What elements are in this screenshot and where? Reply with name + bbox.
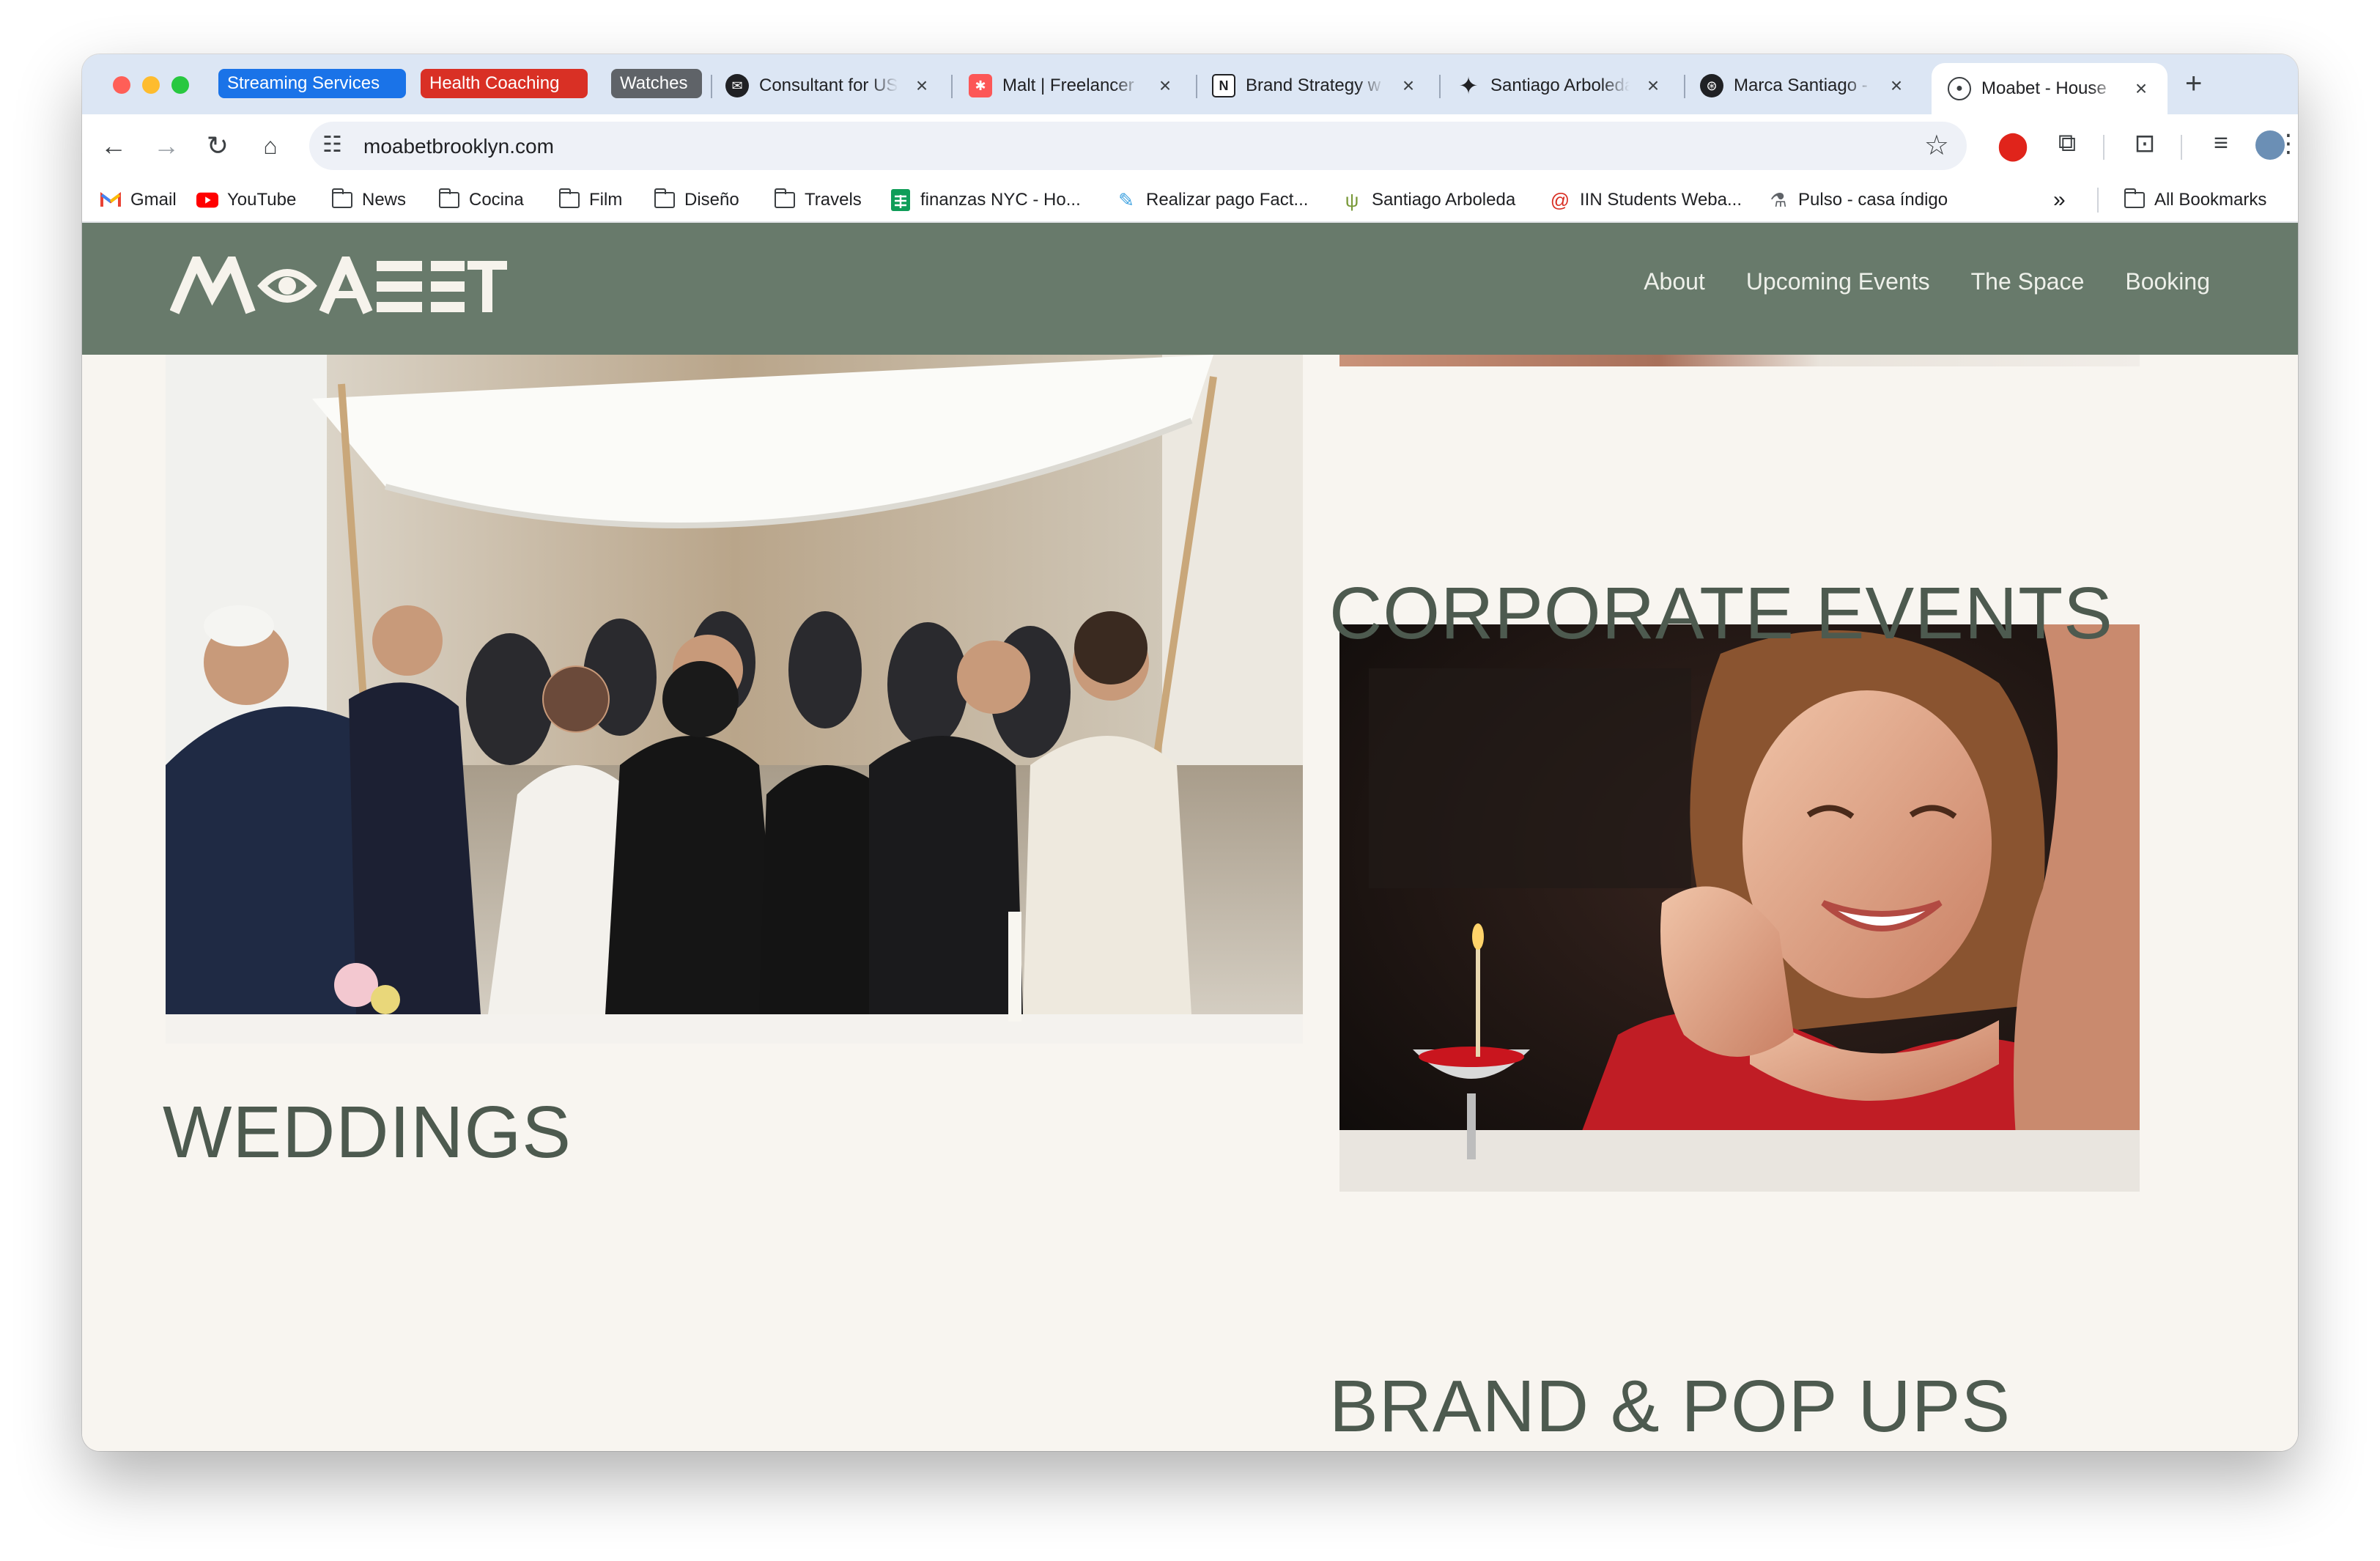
bookmark-youtube[interactable]: YouTube [196, 188, 296, 213]
folder-icon [438, 188, 460, 211]
nav-booking[interactable]: Booking [2125, 268, 2210, 295]
weddings-photo[interactable] [166, 355, 1303, 1044]
close-tab-icon[interactable]: × [1155, 74, 1175, 97]
close-tab-icon[interactable]: × [1643, 74, 1663, 97]
sheets-icon [890, 189, 912, 211]
minimize-window-button[interactable] [142, 76, 160, 94]
spiral-icon: @ [1550, 188, 1570, 211]
home-icon[interactable]: ⌂ [252, 128, 289, 164]
bookmark-iin[interactable]: @ IIN Students Weba... [1549, 188, 1742, 213]
nav-about[interactable]: About [1644, 268, 1705, 295]
window-controls [113, 76, 189, 94]
bookmark-news[interactable]: News [331, 188, 406, 213]
close-window-button[interactable] [113, 76, 130, 94]
all-bookmarks[interactable]: All Bookmarks [2124, 188, 2266, 213]
bookmarks-bar: Gmail YouTube News Cocina Film Diseño Tr… [82, 177, 2298, 223]
site-header: About Upcoming Events The Space Booking [82, 223, 2298, 355]
tab-malt[interactable]: ✱ Malt | Freelancer × [969, 63, 1175, 108]
weddings-heading[interactable]: WEDDINGS [163, 1091, 572, 1175]
tab-group-health[interactable]: Health Coaching [421, 69, 588, 98]
eye-icon: ● [1948, 77, 1971, 100]
nav-upcoming-events[interactable]: Upcoming Events [1746, 268, 1930, 295]
moabet-logo[interactable] [170, 257, 507, 315]
url-text: moabetbrooklyn.com [363, 135, 554, 158]
tab-marca-santiago[interactable]: ⊛ Marca Santiago - × [1700, 63, 1907, 108]
bookmark-cocina[interactable]: Cocina [438, 188, 524, 213]
sparkle-icon: ✦ [1458, 73, 1479, 99]
close-tab-icon[interactable]: × [2131, 77, 2151, 100]
corporate-events-photo[interactable] [1339, 624, 2140, 1192]
bookmark-santiago[interactable]: ψ Santiago Arboleda [1341, 188, 1515, 213]
bookmark-pulso[interactable]: ⚗ Pulso - casa índigo [1767, 188, 1948, 213]
menu-kebab-icon[interactable]: ⋮ [2270, 129, 2298, 158]
bookmark-diseno[interactable]: Diseño [654, 188, 739, 213]
openai-icon: ⊛ [1700, 74, 1723, 97]
close-tab-icon[interactable]: × [1398, 74, 1419, 97]
gmail-icon [100, 189, 122, 211]
bookmark-star-icon[interactable]: ☆ [1924, 129, 1949, 162]
corporate-events-heading[interactable]: CORPORATE EVENTS [1329, 572, 2113, 656]
tab-group-watches[interactable]: Watches [611, 69, 702, 98]
webpage: About Upcoming Events The Space Booking [82, 223, 2298, 1451]
new-tab-button[interactable]: + [2185, 67, 2202, 100]
tab-santiago[interactable]: ✦ Santiago Arboleda × [1457, 63, 1663, 108]
close-tab-icon[interactable]: × [1886, 74, 1907, 97]
site-nav: About Upcoming Events The Space Booking [1644, 268, 2210, 295]
bookmark-gmail[interactable]: Gmail [100, 188, 177, 213]
tab-moabet-active[interactable]: ● Moabet - House × [1932, 63, 2168, 114]
tab-brand-strategy[interactable]: N Brand Strategy w × [1212, 63, 1419, 108]
folder-icon [2124, 188, 2146, 211]
folder-icon [774, 188, 796, 211]
flask-icon: ⚗ [1770, 188, 1787, 211]
close-tab-icon[interactable]: × [912, 74, 932, 97]
opera-extension-icon[interactable]: ⬤ [1995, 129, 2031, 162]
bookmark-film[interactable]: Film [558, 188, 622, 213]
folder-icon [558, 188, 580, 211]
notion-icon: N [1212, 74, 1235, 97]
reload-icon[interactable]: ↻ [199, 128, 236, 164]
tab-strip: Streaming Services Health Coaching Watch… [82, 54, 2298, 114]
extensions-puzzle-icon[interactable]: ⧉ [2049, 129, 2085, 158]
bookmark-travels[interactable]: Travels [774, 188, 862, 213]
pen-icon: ✎ [1118, 188, 1134, 211]
brand-popups-heading[interactable]: BRAND & POP UPS [1329, 1365, 2011, 1449]
youtube-icon [196, 189, 218, 211]
envelope-x-icon: ✉ [725, 74, 749, 97]
address-bar[interactable]: ☷ moabetbrooklyn.com ☆ [309, 122, 1967, 170]
tab-search-icon[interactable]: ⊡ [2126, 129, 2163, 158]
back-arrow-icon[interactable]: ← [95, 128, 132, 164]
maximize-window-button[interactable] [171, 76, 189, 94]
folder-icon [331, 188, 353, 211]
tab-group-streaming[interactable]: Streaming Services [218, 69, 406, 98]
more-bookmarks-chevron-icon[interactable]: » [2053, 188, 2066, 213]
bookmark-finanzas[interactable]: finanzas NYC - Ho... [890, 188, 1081, 213]
browser-window: Streaming Services Health Coaching Watch… [82, 54, 2298, 1451]
bookmark-realizar-pago[interactable]: ✎ Realizar pago Fact... [1115, 188, 1308, 213]
tab-consultant[interactable]: ✉ Consultant for US × [725, 63, 932, 108]
malt-icon: ✱ [969, 74, 992, 97]
reading-list-icon[interactable]: ≡ [2203, 129, 2239, 158]
forward-arrow-icon[interactable]: → [148, 128, 185, 164]
cactus-icon: ψ [1345, 188, 1359, 211]
site-settings-icon[interactable]: ☷ [322, 132, 342, 158]
nav-the-space[interactable]: The Space [1971, 268, 2085, 295]
folder-icon [654, 188, 676, 211]
browser-toolbar: ← → ↻ ⌂ ☷ moabetbrooklyn.com ☆ ⬤ ⧉ ⊡ ≡ ⋮ [82, 114, 2298, 177]
